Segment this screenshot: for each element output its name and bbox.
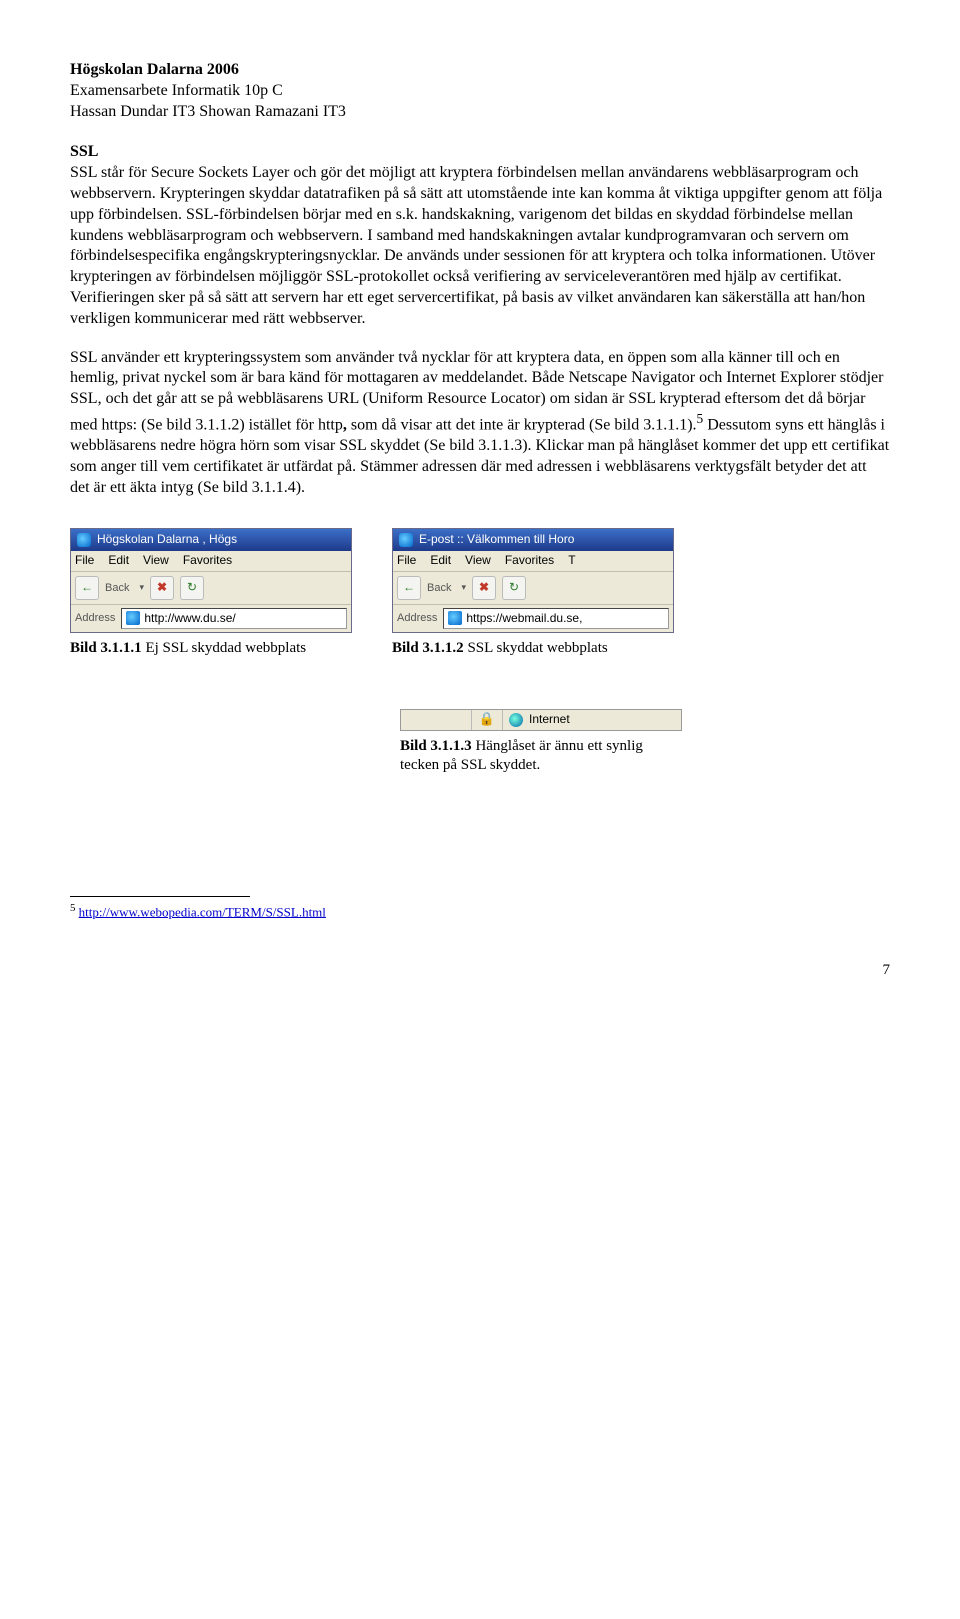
caption-bold-3: Bild 3.1.1.3 xyxy=(400,738,472,754)
header-line-2: Examensarbete Informatik 10p C xyxy=(70,81,890,102)
globe-icon xyxy=(509,713,523,727)
footnote-link[interactable]: http://www.webopedia.com/TERM/S/SSL.html xyxy=(79,904,326,919)
addressbar-2: Address https://webmail.du.se, xyxy=(393,605,673,633)
browser-window-1: Högskolan Dalarna , Högs File Edit View … xyxy=(70,528,352,633)
window-title-1: Högskolan Dalarna , Högs xyxy=(97,532,237,548)
menu-t[interactable]: T xyxy=(568,553,575,569)
url-text-1: http://www.du.se/ xyxy=(144,611,235,627)
page-number: 7 xyxy=(70,961,890,981)
address-input[interactable]: http://www.du.se/ xyxy=(121,608,347,630)
titlebar-1: Högskolan Dalarna , Högs xyxy=(71,529,351,551)
page-icon xyxy=(126,611,140,625)
address-label: Address xyxy=(75,611,115,625)
toolbar-2: ← Back ▾ ✖ ↻ xyxy=(393,572,673,605)
menu-favorites[interactable]: Favorites xyxy=(183,553,232,569)
menubar-2[interactable]: File Edit View Favorites T xyxy=(393,551,673,572)
paragraph-1: SSL står för Secure Sockets Layer och gö… xyxy=(70,163,890,329)
browser-window-2: E-post :: Välkommen till Horo File Edit … xyxy=(392,528,674,633)
footnote-number: 5 xyxy=(70,902,75,914)
back-dropdown-icon[interactable]: ▾ xyxy=(461,582,466,594)
back-label: Back xyxy=(427,581,451,595)
back-dropdown-icon[interactable]: ▾ xyxy=(139,582,144,594)
back-label: Back xyxy=(105,581,129,595)
figure-3-caption: Bild 3.1.1.3 Hänglåset är ännu ett synli… xyxy=(400,737,680,776)
menu-edit[interactable]: Edit xyxy=(430,553,451,569)
figure-3: 🔒 Internet Bild 3.1.1.3 Hänglåset är änn… xyxy=(400,709,890,776)
menubar-1[interactable]: File Edit View Favorites xyxy=(71,551,351,572)
address-input[interactable]: https://webmail.du.se, xyxy=(443,608,669,630)
stop-button[interactable]: ✖ xyxy=(150,576,174,600)
addressbar-1: Address http://www.du.se/ xyxy=(71,605,351,633)
status-zone-cell: Internet xyxy=(503,710,681,730)
figure-2: E-post :: Välkommen till Horo File Edit … xyxy=(392,528,674,658)
document-header: Högskolan Dalarna 2006 Examensarbete Inf… xyxy=(70,60,890,122)
refresh-button[interactable]: ↻ xyxy=(502,576,526,600)
header-line-3: Hassan Dundar IT3 Showan Ramazani IT3 xyxy=(70,102,890,123)
ie-icon xyxy=(77,533,91,547)
titlebar-2: E-post :: Välkommen till Horo xyxy=(393,529,673,551)
page-icon xyxy=(448,611,462,625)
caption-bold-1: Bild 3.1.1.1 xyxy=(70,640,142,656)
address-label: Address xyxy=(397,611,437,625)
figure-2-caption: Bild 3.1.1.2 SSL skyddat webbplats xyxy=(392,639,674,659)
menu-view[interactable]: View xyxy=(465,553,491,569)
window-title-2: E-post :: Välkommen till Horo xyxy=(419,532,574,548)
refresh-button[interactable]: ↻ xyxy=(180,576,204,600)
back-button[interactable]: ← xyxy=(397,576,421,600)
section-ssl: SSL SSL står för Secure Sockets Layer oc… xyxy=(70,142,890,498)
status-cell-empty xyxy=(401,710,472,730)
figure-1-caption: Bild 3.1.1.1 Ej SSL skyddad webbplats xyxy=(70,639,352,659)
para2-part-b: som då visar att det inte är krypterad (… xyxy=(347,416,697,433)
figure-1: Högskolan Dalarna , Högs File Edit View … xyxy=(70,528,352,658)
footnote-rule xyxy=(70,896,250,897)
footnote-5: 5 http://www.webopedia.com/TERM/S/SSL.ht… xyxy=(70,901,890,921)
stop-button[interactable]: ✖ xyxy=(472,576,496,600)
menu-favorites[interactable]: Favorites xyxy=(505,553,554,569)
status-lock-cell[interactable]: 🔒 xyxy=(472,710,503,730)
menu-file[interactable]: File xyxy=(397,553,416,569)
caption-bold-2: Bild 3.1.1.2 xyxy=(392,640,464,656)
header-line-1: Högskolan Dalarna 2006 xyxy=(70,60,890,81)
ie-icon xyxy=(399,533,413,547)
paragraph-2: SSL använder ett krypteringssystem som a… xyxy=(70,348,890,499)
figures-row: Högskolan Dalarna , Högs File Edit View … xyxy=(70,528,890,658)
menu-edit[interactable]: Edit xyxy=(108,553,129,569)
back-button[interactable]: ← xyxy=(75,576,99,600)
caption-text-1: Ej SSL skyddad webbplats xyxy=(142,640,306,656)
statusbar: 🔒 Internet xyxy=(400,709,682,731)
section-title: SSL xyxy=(70,143,98,160)
url-text-2: https://webmail.du.se, xyxy=(466,611,582,627)
menu-file[interactable]: File xyxy=(75,553,94,569)
menu-view[interactable]: View xyxy=(143,553,169,569)
toolbar-1: ← Back ▾ ✖ ↻ xyxy=(71,572,351,605)
lock-icon: 🔒 xyxy=(479,711,495,728)
caption-text-2: SSL skyddat webbplats xyxy=(464,640,608,656)
zone-label: Internet xyxy=(529,712,570,728)
